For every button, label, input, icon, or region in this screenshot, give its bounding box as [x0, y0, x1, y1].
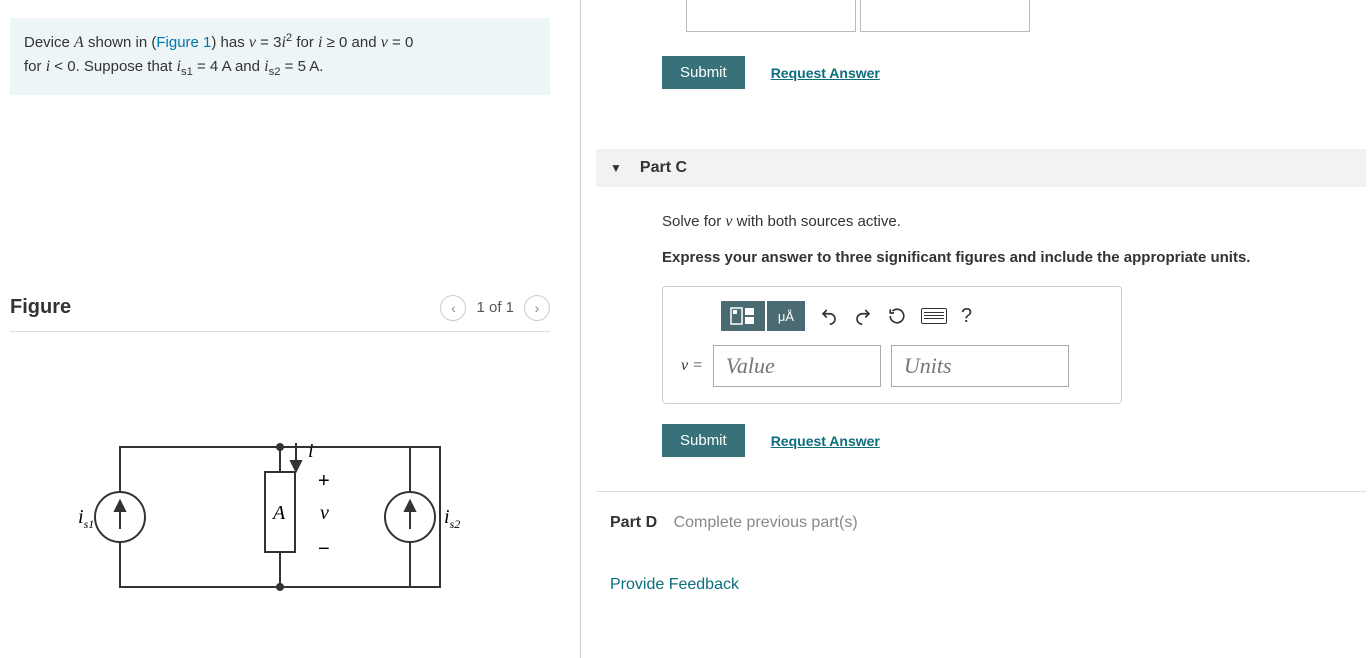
text: for	[24, 58, 46, 75]
sub: s2	[269, 66, 281, 78]
template-icon	[730, 307, 756, 325]
text: with both sources active.	[732, 213, 900, 230]
provide-feedback-link[interactable]: Provide Feedback	[610, 576, 1366, 594]
keyboard-button[interactable]	[921, 308, 947, 324]
figure-link[interactable]: Figure 1	[156, 34, 211, 51]
text: for	[292, 34, 318, 51]
section-divider	[596, 491, 1366, 492]
help-button[interactable]: ?	[961, 305, 972, 328]
prev-units-input[interactable]	[860, 0, 1030, 32]
redo-button[interactable]	[853, 306, 873, 326]
part-d-label: Part D	[610, 514, 657, 531]
column-divider	[580, 0, 581, 658]
var-v: v	[381, 34, 388, 51]
label-i: i	[308, 440, 314, 462]
units-input[interactable]	[891, 345, 1069, 387]
undo-icon	[820, 307, 838, 325]
part-c-format: Express your answer to three significant…	[662, 249, 1366, 266]
prev-part-inputs	[686, 0, 1366, 32]
prev-value-input[interactable]	[686, 0, 856, 32]
label-is1: is1	[78, 506, 94, 531]
part-c-label: Part C	[640, 159, 687, 177]
label-plus: +	[318, 470, 330, 492]
reset-button[interactable]	[887, 306, 907, 326]
value-input[interactable]	[713, 345, 881, 387]
part-c-header[interactable]: ▼ Part C	[596, 149, 1366, 187]
request-answer-link[interactable]: Request Answer	[771, 433, 880, 449]
submit-button[interactable]: Submit	[662, 56, 745, 89]
text: = 0	[388, 34, 413, 51]
request-answer-link[interactable]: Request Answer	[771, 65, 880, 81]
redo-icon	[854, 307, 872, 325]
problem-statement: Device A shown in (Figure 1) has v = 3i2…	[10, 18, 550, 95]
text: shown in (	[84, 34, 157, 51]
answer-toolbar: μÅ ?	[721, 301, 1107, 331]
eq-label: v =	[681, 357, 703, 375]
undo-button[interactable]	[819, 306, 839, 326]
submit-button[interactable]: Submit	[662, 424, 745, 457]
part-d-row: Part D Complete previous part(s)	[610, 514, 1366, 532]
var-v: v	[249, 34, 256, 51]
part-c-instruction: Solve for v with both sources active.	[662, 213, 1366, 231]
label-v: v	[320, 502, 329, 524]
sub: s1	[181, 66, 193, 78]
figure-prev-button[interactable]: ‹	[440, 295, 466, 321]
part-d-status: Complete previous part(s)	[674, 514, 858, 531]
mu-angstrom-icon: μÅ	[778, 309, 794, 324]
label-is2: is2	[444, 506, 460, 531]
text: Solve for	[662, 213, 725, 230]
template-tool-button[interactable]	[721, 301, 765, 331]
units-tool-button[interactable]: μÅ	[767, 301, 805, 331]
text: < 0. Suppose that	[50, 58, 176, 75]
text: and	[235, 58, 264, 75]
figure-pager-text: 1 of 1	[476, 299, 514, 316]
figure-title: Figure	[10, 296, 440, 319]
reset-icon	[888, 307, 906, 325]
label-minus: −	[318, 538, 330, 560]
text: ) has	[211, 34, 249, 51]
circuit-figure: i A v + − is1 is2	[10, 417, 550, 617]
text: ≥ 0 and	[322, 34, 380, 51]
figure-header: Figure ‹ 1 of 1 ›	[10, 295, 550, 332]
label-A: A	[271, 502, 286, 524]
figure-next-button[interactable]: ›	[524, 295, 550, 321]
text: = 4 A	[193, 58, 235, 75]
text: Device	[24, 34, 74, 51]
text: = 5 A.	[281, 58, 324, 75]
caret-down-icon: ▼	[610, 161, 622, 175]
answer-panel: μÅ ? v =	[662, 286, 1122, 404]
text: = 3	[256, 34, 281, 51]
var-A: A	[74, 34, 84, 51]
